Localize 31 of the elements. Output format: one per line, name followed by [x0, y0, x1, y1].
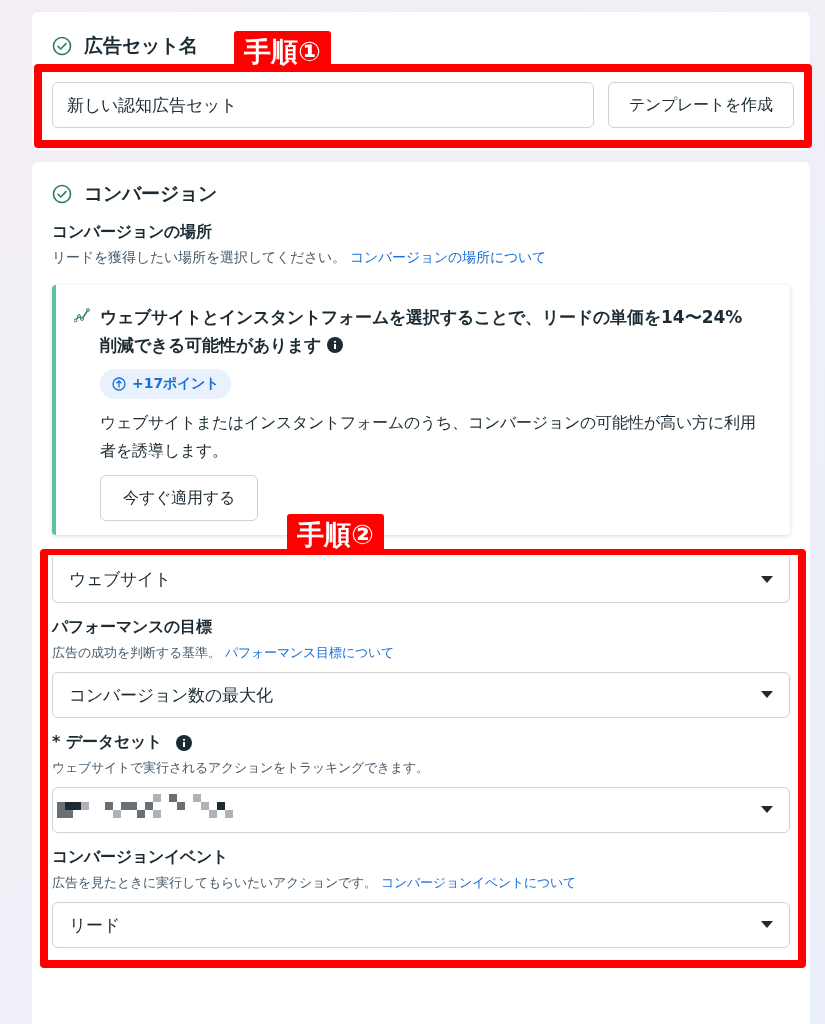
dropdown[interactable]	[52, 787, 790, 833]
help-text: リードを獲得したい場所を選択してください。 コンバージョンの場所について	[52, 249, 547, 267]
help-link[interactable]: パフォーマンス目標について	[225, 645, 394, 660]
name-field[interactable]: 新しい認知広告セット	[52, 82, 594, 128]
info-icon[interactable]	[327, 337, 343, 353]
template-button[interactable]: テンプレートを作成	[608, 82, 794, 128]
help-text: 広告を見たときに実行してもらいたいアクションです。 コンバージョンイベントについて	[52, 874, 577, 892]
dropdown[interactable]: ウェブサイト	[52, 557, 790, 603]
field-label: コンバージョンイベント	[52, 847, 229, 868]
field-label: コンバージョンの場所	[52, 222, 213, 243]
help-link[interactable]: コンバージョンイベントについて	[381, 875, 576, 890]
trend-icon	[74, 307, 90, 323]
dropdown[interactable]: コンバージョン数の最大化	[52, 672, 790, 718]
recommendation-text: ウェブサイトまたはインスタントフォームのうち、コンバージョンの可能性が高い方に利用者を誘導します。	[100, 412, 757, 462]
help-link[interactable]: コンバージョンの場所について	[350, 249, 546, 265]
apply-button[interactable]: 今すぐ適用する	[100, 475, 258, 521]
caret-icon	[761, 575, 773, 584]
arrow-up-circle-icon	[112, 377, 126, 391]
help-text: 広告の成功を判断する基準。 パフォーマンス目標について	[52, 644, 395, 662]
field-label: パフォーマンスの目標	[52, 617, 213, 638]
caret-icon	[761, 806, 773, 814]
help-text: ウェブサイトで実行されるアクションをトラッキングできます。	[52, 759, 430, 777]
dropdown[interactable]: リード	[52, 902, 790, 948]
points-badge: +17ポイント	[100, 369, 232, 399]
section-title: 広告セット名	[84, 33, 198, 58]
info-icon[interactable]	[175, 734, 192, 751]
section-title: コンバージョン	[84, 181, 217, 206]
recommendation-title: ウェブサイトとインスタントフォームを選択することで、リードの単価を14〜24%削減できる可能性があります	[100, 306, 744, 357]
caret-icon	[761, 691, 773, 699]
caret-icon	[761, 921, 773, 929]
field-label: * データセット	[52, 732, 790, 753]
